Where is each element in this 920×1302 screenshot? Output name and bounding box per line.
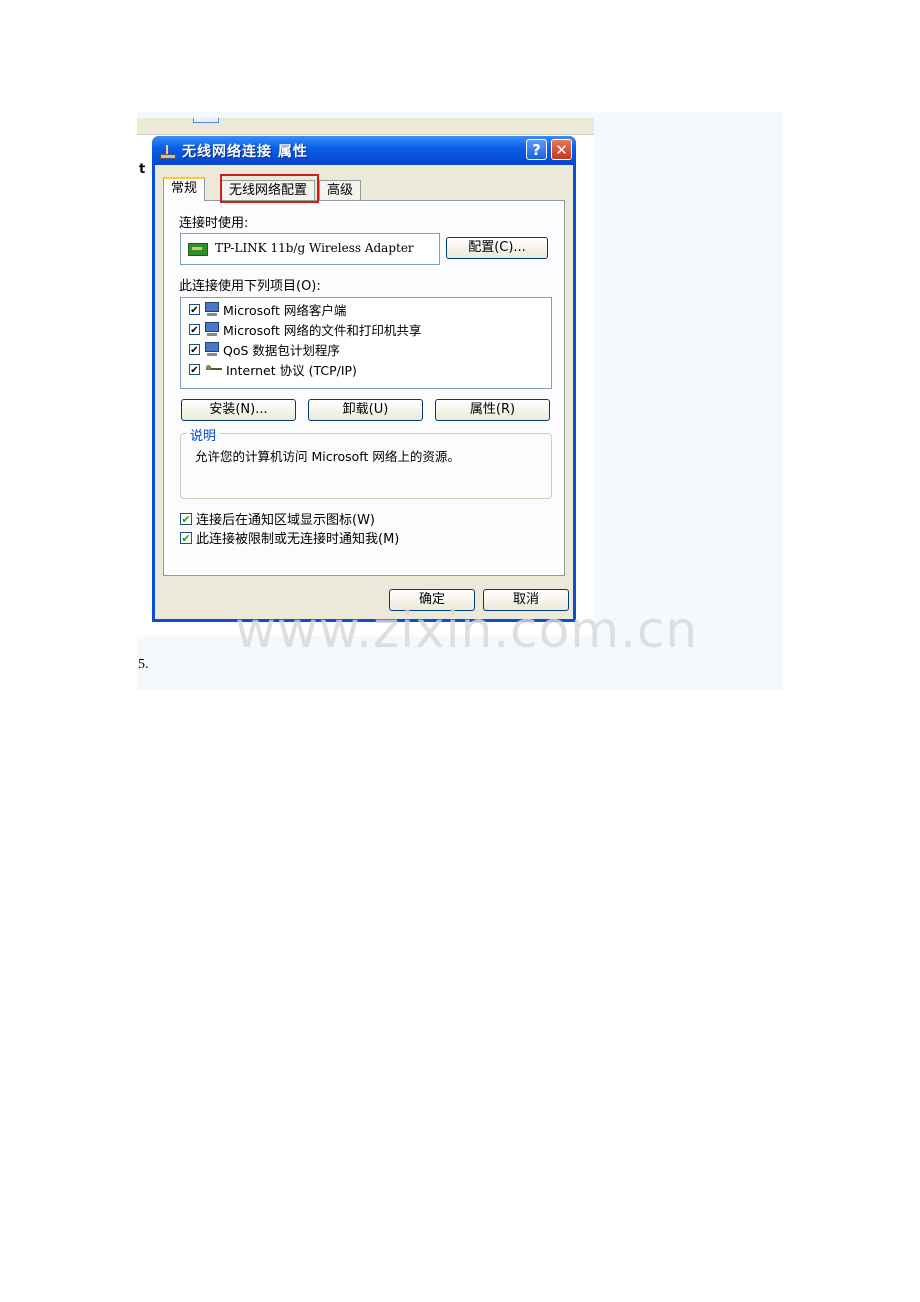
title-bar[interactable]: 无线网络连接 属性 ? ✕: [152, 136, 576, 165]
tab-advanced[interactable]: 高级: [319, 180, 362, 200]
step-number: 5.: [138, 657, 149, 672]
item-label: QoS 数据包计划程序: [223, 342, 340, 358]
background-window-icon: [193, 118, 219, 123]
adapter-name: TP-LINK 11b/g Wireless Adapter: [215, 241, 414, 255]
notify-checkbox[interactable]: ✔: [180, 531, 192, 544]
description-group: 说明 允许您的计算机访问 Microsoft 网络上的资源。: [180, 425, 552, 499]
tab-general[interactable]: 常规: [163, 177, 206, 201]
option-show-icon[interactable]: ✔ 连接后在通知区域显示图标(W): [180, 509, 375, 528]
help-button[interactable]: ?: [526, 139, 547, 160]
description-title: 说明: [187, 425, 220, 444]
item-checkbox[interactable]: ✔: [189, 343, 200, 356]
item-checkbox[interactable]: ✔: [189, 363, 200, 376]
description-text: 允许您的计算机访问 Microsoft 网络上的资源。: [195, 449, 460, 464]
highlight-box: [220, 174, 319, 203]
list-item[interactable]: ✔ Microsoft 网络的文件和打印机共享: [189, 319, 421, 339]
item-label: Internet 协议 (TCP/IP): [226, 362, 357, 378]
list-item[interactable]: ✔ Microsoft 网络客户端: [189, 299, 346, 319]
item-checkbox[interactable]: ✔: [189, 303, 200, 316]
show-icon-checkbox[interactable]: ✔: [180, 512, 192, 525]
watermark: www.zixin.com.cn: [235, 601, 699, 659]
configure-button[interactable]: 配置(C)...: [446, 237, 548, 259]
list-item[interactable]: ✔ Internet 协议 (TCP/IP): [189, 359, 357, 379]
item-checkbox[interactable]: ✔: [189, 323, 200, 336]
computer-icon: [204, 321, 220, 337]
connect-using-label: 连接时使用:: [179, 216, 249, 231]
network-adapter-icon: [188, 243, 208, 256]
uninstall-button[interactable]: 卸载(U): [308, 399, 423, 421]
items-label: 此连接使用下列项目(O):: [179, 279, 321, 294]
close-button[interactable]: ✕: [551, 139, 572, 160]
network-protocol-icon: [204, 361, 224, 377]
computer-icon: [204, 301, 220, 317]
properties-button[interactable]: 属性(R): [435, 399, 550, 421]
option-notify[interactable]: ✔ 此连接被限制或无连接时通知我(M): [180, 528, 399, 547]
install-button[interactable]: 安装(N)...: [181, 399, 296, 421]
notify-label: 此连接被限制或无连接时通知我(M): [196, 532, 400, 547]
properties-dialog: 无线网络连接 属性 ? ✕ 常规 无线网络配置 高级 连接时使用: TP-LIN…: [152, 136, 576, 622]
adapter-field: TP-LINK 11b/g Wireless Adapter: [180, 233, 440, 265]
background-toolbar: [137, 118, 594, 135]
show-icon-label: 连接后在通知区域显示图标(W): [196, 513, 375, 528]
background-text-fragment: t: [139, 162, 146, 177]
general-tab-panel: 连接时使用: TP-LINK 11b/g Wireless Adapter 配置…: [163, 200, 565, 576]
item-label: Microsoft 网络的文件和打印机共享: [223, 322, 422, 338]
list-item[interactable]: ✔ QoS 数据包计划程序: [189, 339, 340, 359]
wireless-connection-icon: [158, 142, 176, 160]
components-list[interactable]: ✔ Microsoft 网络客户端 ✔ Microsoft 网络的文件和打印机共…: [180, 297, 552, 389]
screenshot-frame: t 无线网络连接 属性 ? ✕ 常规 无线网络配置 高级 连接时使用: TP-L…: [137, 118, 594, 636]
item-label: Microsoft 网络客户端: [223, 302, 347, 318]
computer-icon: [204, 341, 220, 357]
dialog-title: 无线网络连接 属性: [182, 143, 308, 160]
